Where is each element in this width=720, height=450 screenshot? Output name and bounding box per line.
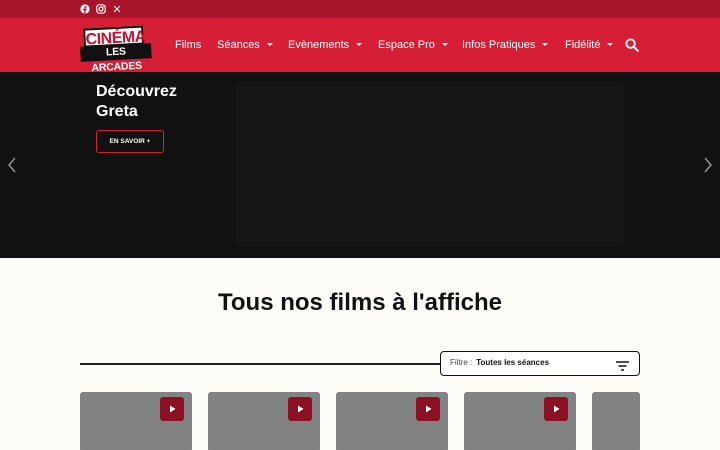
nav-item-infos-pratiques[interactable]: Infos Pratiques bbox=[462, 18, 549, 72]
search-icon[interactable] bbox=[625, 38, 639, 52]
instagram-icon[interactable] bbox=[96, 4, 106, 14]
hero-carousel: Découvrez Greta EN SAVOIR + bbox=[0, 72, 720, 258]
play-trailer-icon[interactable] bbox=[160, 397, 184, 421]
nav-item-fidelite[interactable]: Fidélité bbox=[565, 18, 614, 72]
chevron-down-icon bbox=[542, 42, 549, 46]
chevron-down-icon bbox=[607, 42, 614, 46]
x-icon[interactable] bbox=[112, 4, 122, 14]
filter-icon bbox=[616, 358, 629, 371]
nav-item-evenements[interactable]: Evènements bbox=[288, 18, 363, 72]
carousel-prev-arrow-icon[interactable] bbox=[7, 156, 17, 174]
nav-item-seances[interactable]: Séances bbox=[217, 18, 273, 72]
hero-video-player[interactable] bbox=[236, 82, 624, 246]
filter-label: Filtre : bbox=[450, 358, 473, 367]
nav-item-films[interactable]: Films bbox=[175, 18, 201, 72]
film-poster[interactable] bbox=[336, 392, 448, 450]
social-bar bbox=[0, 0, 720, 18]
main-navbar: CINÉMA LES ARCADES Films Séances Evèneme… bbox=[0, 18, 720, 74]
chevron-down-icon bbox=[266, 42, 273, 46]
facebook-icon[interactable] bbox=[80, 4, 90, 14]
section-divider bbox=[80, 363, 442, 365]
play-trailer-icon[interactable] bbox=[544, 397, 568, 421]
chevron-down-icon bbox=[356, 42, 363, 46]
film-poster[interactable] bbox=[80, 392, 192, 450]
filter-value: Toutes les séances bbox=[476, 358, 550, 367]
play-trailer-icon[interactable] bbox=[416, 397, 440, 421]
film-poster[interactable] bbox=[208, 392, 320, 450]
films-section-title: Tous nos films à l'affiche bbox=[218, 289, 502, 316]
hero-title: Découvrez Greta bbox=[96, 83, 177, 120]
film-poster[interactable] bbox=[592, 392, 640, 450]
nav-item-espace-pro[interactable]: Espace Pro bbox=[378, 18, 448, 72]
chevron-down-icon bbox=[441, 42, 448, 46]
learn-more-button[interactable]: EN SAVOIR + bbox=[96, 130, 164, 153]
carousel-next-arrow-icon[interactable] bbox=[703, 156, 713, 174]
film-poster[interactable] bbox=[464, 392, 576, 450]
play-trailer-icon[interactable] bbox=[288, 397, 312, 421]
logo-line2: LES ARCADES bbox=[80, 43, 152, 74]
session-filter-select[interactable]: Filtre : Toutes les séances bbox=[440, 351, 640, 376]
cinema-logo[interactable]: CINÉMA LES ARCADES bbox=[79, 25, 152, 74]
